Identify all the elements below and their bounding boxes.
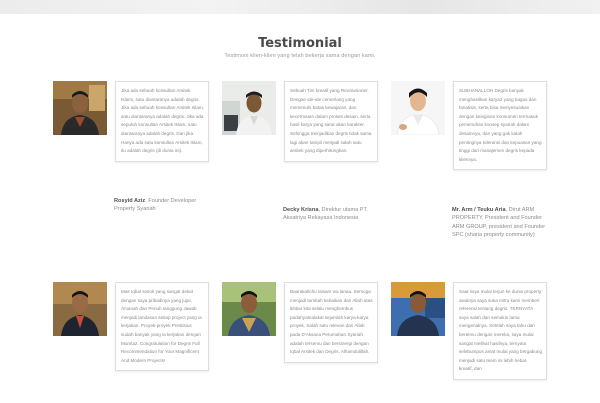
section-title: Testimonial: [258, 36, 342, 51]
avatar-photo: [53, 81, 107, 135]
avatar-photo: [391, 282, 445, 336]
avatar-photo: [222, 282, 276, 336]
testimonial-author: Decky Krisna, Direktur utama PT. Aksatri…: [283, 206, 383, 223]
avatar-photo: [391, 81, 445, 135]
author-name: Rosyid Aziz: [114, 198, 146, 204]
testimonial-author: Mr. Arm / Teuku Aria, Dirut ARM PROPERTY…: [452, 206, 552, 240]
testimonial-quote: Baarakallohu laisam wa lanaa. Semoga men…: [284, 282, 378, 363]
avatar-photo: [222, 81, 276, 135]
author-name: Decky Krisna: [283, 207, 319, 213]
testimonial-quote: Jika ada sebuah konsultan Arsitek Islami…: [115, 81, 209, 162]
testimonial-quote: Mas Iqbal sosok yang sangat dekat dengan…: [115, 282, 209, 372]
avatar-photo: [53, 282, 107, 336]
testimonial-author: Rosyid Aziz, Founder Developer Property …: [114, 197, 214, 214]
section-subtitle: Testimoni klien-klien yang telah bekerja…: [224, 53, 376, 59]
author-name: Mr. Arm / Teuku Aria: [452, 207, 506, 213]
testimonial-quote: Saat saya mulai terjun ke dunia property…: [453, 282, 547, 380]
testimonial-quote: SUBHANALLOH Degris banyak menghasilkan k…: [453, 81, 547, 171]
top-banner-strip: [0, 0, 600, 14]
testimonial-quote: Sebuah Tim kreatif yang Revolusioner. De…: [284, 81, 378, 162]
